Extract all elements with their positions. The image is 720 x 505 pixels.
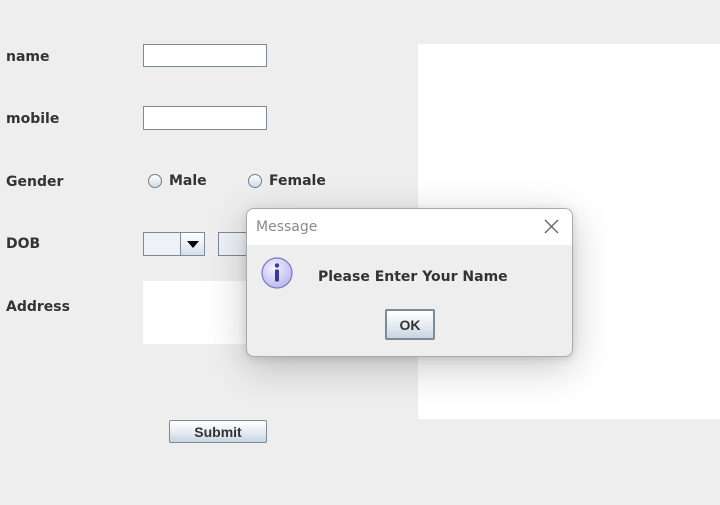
- gender-radio-male[interactable]: Male: [148, 173, 207, 189]
- address-label: Address: [6, 299, 70, 315]
- mobile-label: mobile: [6, 111, 60, 127]
- dob-day-dropdown[interactable]: [143, 232, 205, 256]
- gender-radio-female[interactable]: Female: [248, 173, 326, 189]
- dialog-title: Message: [256, 219, 318, 235]
- radio-button-icon: [248, 174, 262, 188]
- mobile-field[interactable]: [143, 106, 267, 130]
- ok-button[interactable]: OK: [385, 309, 435, 340]
- dob-day-value: [144, 233, 180, 255]
- dialog-message: Please Enter Your Name: [318, 269, 508, 285]
- dropdown-arrow-button[interactable]: [180, 233, 204, 255]
- gender-option-label: Male: [169, 173, 207, 189]
- message-dialog: Message Please Enter Your Name OK: [246, 208, 573, 357]
- dialog-titlebar[interactable]: Message: [247, 209, 572, 245]
- chevron-down-icon: [186, 240, 199, 248]
- submit-button[interactable]: Submit: [169, 420, 267, 443]
- gender-label: Gender: [6, 174, 64, 190]
- dob-label: DOB: [6, 236, 41, 252]
- radio-button-icon: [148, 174, 162, 188]
- gender-option-label: Female: [269, 173, 326, 189]
- information-icon: [261, 257, 293, 289]
- close-icon[interactable]: [543, 218, 560, 235]
- name-label: name: [6, 49, 50, 65]
- name-field[interactable]: [143, 44, 267, 67]
